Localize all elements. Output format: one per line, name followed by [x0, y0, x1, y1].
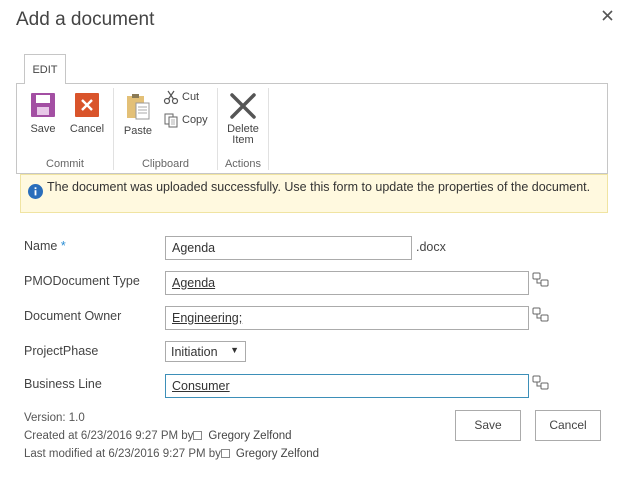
browse-terms-icon[interactable]	[532, 375, 550, 391]
dialog-title: Add a document	[16, 9, 155, 30]
save-ribbon-button[interactable]: Save	[23, 92, 63, 135]
user-presence-icon	[193, 431, 203, 440]
paste-ribbon-button[interactable]: Paste	[118, 92, 158, 137]
phase-label: ProjectPhase	[24, 344, 99, 358]
name-label: Name *	[24, 239, 66, 253]
delete-icon	[230, 93, 256, 119]
cut-label: Cut	[182, 91, 200, 103]
group-label-commit: Commit	[46, 158, 84, 170]
phase-selected-value: Initiation	[171, 345, 218, 359]
paste-ribbon-label: Paste	[123, 125, 153, 137]
required-marker: *	[60, 239, 66, 253]
phase-select[interactable]: Initiation ▼	[165, 341, 246, 362]
delete-item-button[interactable]: Delete Item	[223, 92, 263, 146]
group-label-clipboard: Clipboard	[141, 158, 190, 170]
ribbon-separator	[268, 88, 269, 170]
ribbon-group-clipboard: Paste Cut Copy Clipboard	[114, 84, 217, 173]
pmo-type-input[interactable]: Agenda	[165, 271, 529, 295]
version-info: Version: 1.0	[24, 412, 85, 424]
copy-label: Copy	[182, 114, 208, 126]
copy-icon	[164, 113, 178, 128]
file-extension: .docx	[416, 240, 446, 254]
business-line-label: Business Line	[24, 377, 102, 391]
save-ribbon-label: Save	[30, 123, 56, 135]
modified-by-user[interactable]: Gregory Zelfond	[236, 448, 319, 460]
ribbon-group-actions: Delete Item Actions	[218, 84, 268, 173]
scissors-icon	[163, 90, 179, 105]
business-line-input[interactable]: Consumer	[165, 374, 529, 398]
modified-text: Last modified at 6/23/2016 9:27 PM by	[24, 448, 221, 460]
cancel-button[interactable]: Cancel	[535, 410, 601, 441]
owner-input[interactable]: Engineering;	[165, 306, 529, 330]
save-button[interactable]: Save	[455, 410, 521, 441]
browse-terms-icon[interactable]	[532, 307, 550, 323]
created-info: Created at 6/23/2016 9:27 PM by Gregory Z…	[24, 430, 292, 442]
cancel-ribbon-label: Cancel	[69, 123, 105, 135]
browse-terms-icon[interactable]	[532, 272, 550, 288]
delete-label-line2: Item	[232, 134, 254, 146]
delete-label: Delete Item	[223, 124, 263, 146]
save-icon	[31, 93, 55, 117]
user-presence-icon	[220, 449, 230, 458]
modified-info: Last modified at 6/23/2016 9:27 PM by Gre…	[24, 448, 319, 460]
close-icon[interactable]	[598, 6, 618, 26]
group-label-actions: Actions	[224, 158, 262, 170]
owner-label: Document Owner	[24, 309, 122, 323]
name-input[interactable]: Agenda	[165, 236, 412, 260]
paste-icon	[127, 94, 150, 120]
name-label-text: Name	[24, 239, 58, 253]
pmo-type-label: PMODocument Type	[24, 274, 140, 288]
created-text: Created at 6/23/2016 9:27 PM by	[24, 430, 194, 442]
created-by-user[interactable]: Gregory Zelfond	[208, 430, 291, 442]
cancel-icon	[75, 93, 99, 117]
status-message: The document was uploaded successfully. …	[47, 180, 591, 194]
cut-button[interactable]: Cut	[163, 88, 199, 106]
tab-edit[interactable]: EDIT	[24, 54, 66, 84]
info-icon	[28, 184, 43, 199]
copy-button[interactable]: Copy	[163, 111, 208, 129]
ribbon-group-commit: Save Cancel Commit	[17, 84, 113, 173]
status-bar: The document was uploaded successfully. …	[20, 174, 608, 213]
ribbon: Save Cancel Commit Paste Cut Copy Clipbo…	[16, 83, 608, 174]
chevron-down-icon: ▼	[230, 345, 239, 355]
cancel-ribbon-button[interactable]: Cancel	[67, 92, 107, 135]
